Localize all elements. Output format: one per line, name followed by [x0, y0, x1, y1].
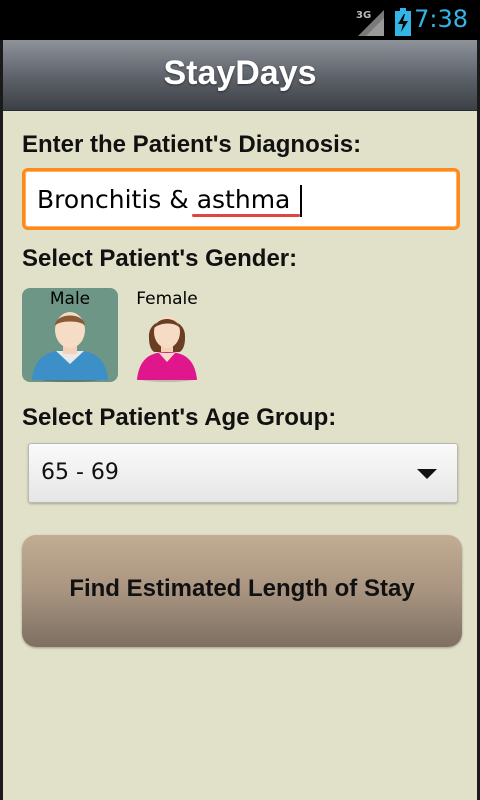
text-cursor [300, 185, 302, 217]
title-bar: StayDays [3, 40, 477, 111]
gender-option-label: Female [136, 289, 198, 309]
dropdown-arrow-icon [417, 469, 437, 479]
spellcheck-underline [192, 214, 300, 217]
age-group-label: Select Patient's Age Group: [22, 404, 337, 431]
gender-option-label: Male [49, 289, 91, 309]
age-group-value: 65 - 69 [41, 460, 119, 485]
diagnosis-input[interactable]: Bronchitis & asthma [22, 168, 460, 230]
battery-charging-icon [395, 8, 411, 36]
diagnosis-input-text: Bronchitis & asthma [37, 185, 291, 214]
female-avatar-icon [137, 316, 197, 382]
male-avatar-icon [32, 312, 108, 382]
signal-icon [358, 10, 384, 36]
find-button-label: Find Estimated Length of Stay [69, 575, 415, 602]
diagnosis-label: Enter the Patient's Diagnosis: [22, 131, 362, 158]
age-group-dropdown[interactable]: 65 - 69 [28, 443, 458, 503]
status-bar: 3G 7:38 [0, 0, 480, 40]
gender-option-female[interactable]: Female [129, 288, 205, 382]
gender-label: Select Patient's Gender: [22, 245, 298, 272]
gender-option-male[interactable]: Male [22, 288, 118, 382]
app-title: StayDays [163, 54, 317, 92]
app-screen: StayDays Enter the Patient's Diagnosis: … [0, 40, 480, 800]
clock: 7:38 [414, 5, 468, 33]
find-length-of-stay-button[interactable]: Find Estimated Length of Stay [22, 535, 462, 647]
